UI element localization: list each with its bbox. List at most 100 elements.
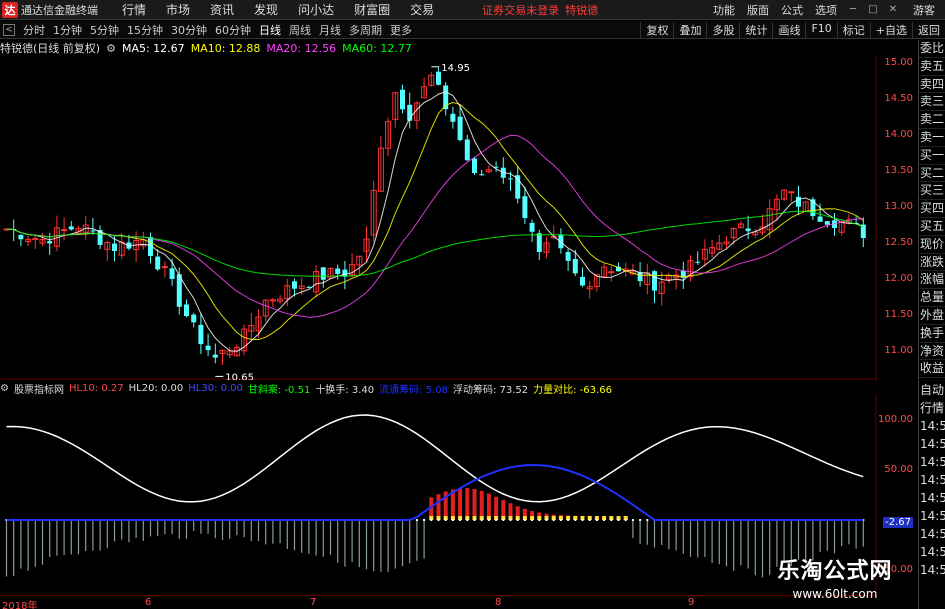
time-panel-item[interactable]: 14:50 xyxy=(919,507,945,525)
menu-quotes[interactable]: 行情 xyxy=(112,1,156,18)
chart-title: 特锐德(日线 前复权) xyxy=(0,42,101,55)
side-panel-item[interactable]: 买二 xyxy=(919,165,945,183)
side-panel-item[interactable]: 买四 xyxy=(919,200,945,218)
login-alert[interactable]: 证券交易未登录 xyxy=(482,2,559,18)
menu-discover[interactable]: 发现 xyxy=(244,1,288,18)
app-title: 通达信金融终端 xyxy=(21,3,98,17)
period-30min[interactable]: 30分钟 xyxy=(167,22,211,38)
menu-options[interactable]: 选项 xyxy=(809,2,843,18)
side-panel-item[interactable]: 委比 xyxy=(919,40,945,58)
period-monthly[interactable]: 月线 xyxy=(315,22,345,38)
period-15min[interactable]: 15分钟 xyxy=(123,22,167,38)
period-60min[interactable]: 60分钟 xyxy=(211,22,255,38)
menu-market[interactable]: 市场 xyxy=(156,1,200,18)
indicator-settings-icon[interactable]: ⚙ xyxy=(0,383,9,394)
period-more[interactable]: 更多 xyxy=(386,22,416,38)
indicator-dot xyxy=(545,519,548,521)
candle-body xyxy=(161,266,168,269)
app-logo-icon: 达 xyxy=(2,1,18,18)
side-panel-item[interactable]: 总量 xyxy=(919,289,945,307)
candle-body xyxy=(335,268,341,275)
candle-body xyxy=(68,226,74,230)
close-icon[interactable]: ✕ xyxy=(887,4,899,16)
indicator-dot xyxy=(610,519,613,521)
candle-body xyxy=(472,158,477,174)
white-oscillator-line xyxy=(6,414,864,503)
candle-body xyxy=(522,196,528,219)
high-label: 14.95 xyxy=(441,63,470,74)
indicator-dot xyxy=(423,519,426,521)
indicator-bar-positive xyxy=(472,489,477,520)
side-panel-item[interactable]: 涨跌 xyxy=(919,254,945,272)
menu-layout[interactable]: 版面 xyxy=(741,2,775,18)
menu-ask[interactable]: 问小达 xyxy=(288,1,344,18)
tool-stats[interactable]: 统计 xyxy=(739,21,772,38)
tool-back[interactable]: 返回 xyxy=(912,21,945,38)
quote-side-panel: 委比 卖五 卖四 卖三 卖二 卖一 买一 买二 买三 买四 买五 现价 涨跌 涨幅 总量 外盘 换手 净资 收益 xyxy=(918,40,945,380)
side-panel-item[interactable]: 换手 xyxy=(919,325,945,343)
side-panel-item[interactable]: 买五 xyxy=(919,218,945,236)
time-panel-item[interactable]: 14:50 xyxy=(919,471,945,489)
guest-label[interactable]: 游客 xyxy=(903,2,945,18)
time-panel-item[interactable]: 14:50 xyxy=(919,525,945,543)
indicator-dot xyxy=(567,519,570,521)
gan-value: 甘斜案: -0.51 xyxy=(247,384,311,396)
side-panel-item[interactable]: 收益 xyxy=(919,360,945,379)
side-panel-item[interactable]: 现价 xyxy=(919,236,945,254)
tool-overlay[interactable]: 叠加 xyxy=(673,21,706,38)
date-tick: 6 xyxy=(145,597,152,608)
price-axis: 15.00 14.50 14.00 13.50 13.00 12.50 12.00 11.50… xyxy=(877,40,917,380)
candle-body xyxy=(155,256,161,270)
candlestick-chart[interactable]: 14.95 10.65 xyxy=(0,56,877,380)
date-tick: 9 xyxy=(688,597,695,608)
tool-f10[interactable]: F10 xyxy=(805,21,836,38)
indicator-bars-group xyxy=(5,488,865,578)
indicator-dot xyxy=(552,519,555,521)
side-panel-item[interactable]: 买三 xyxy=(919,182,945,201)
time-panel-item[interactable]: 自动 xyxy=(919,381,945,399)
maximize-icon[interactable]: □ xyxy=(867,4,879,16)
period-timeshare[interactable]: 分时 xyxy=(19,22,49,38)
tool-draw[interactable]: 画线 xyxy=(772,21,805,38)
side-panel-item[interactable]: 净资 xyxy=(919,343,945,361)
side-panel-item[interactable]: 卖三 xyxy=(919,93,945,112)
menu-trade[interactable]: 交易 xyxy=(400,1,444,18)
collapse-icon[interactable]: < xyxy=(3,23,15,36)
tool-adjust[interactable]: 复权 xyxy=(640,21,673,38)
side-panel-item[interactable]: 卖一 xyxy=(919,129,945,147)
side-panel-item[interactable]: 卖二 xyxy=(919,111,945,129)
side-panel-item[interactable]: 外盘 xyxy=(919,307,945,325)
menu-formula[interactable]: 公式 xyxy=(775,2,809,18)
period-1min[interactable]: 1分钟 xyxy=(49,22,86,38)
settings-icon[interactable]: ⚙ xyxy=(106,42,116,55)
minimize-icon[interactable]: ─ xyxy=(847,4,859,16)
menu-wealth[interactable]: 财富圈 xyxy=(344,1,400,18)
price-tick: 14.50 xyxy=(884,93,913,105)
period-daily[interactable]: 日线 xyxy=(255,22,285,38)
menu-function[interactable]: 功能 xyxy=(707,2,741,18)
indicator-dot xyxy=(603,519,606,521)
side-panel-item[interactable]: 买一 xyxy=(919,147,945,165)
period-5min[interactable]: 5分钟 xyxy=(86,22,123,38)
candle-body xyxy=(184,304,189,317)
indicator-dot xyxy=(437,519,440,521)
side-panel-item[interactable]: 卖四 xyxy=(919,76,945,94)
candle-body xyxy=(205,345,211,351)
side-panel-item[interactable]: 卖五 xyxy=(919,58,945,76)
time-panel-item[interactable]: 14:50 xyxy=(919,489,945,507)
time-panel-item[interactable]: 14:50 xyxy=(919,417,945,435)
time-panel-item[interactable]: 14:50 xyxy=(919,435,945,453)
date-tick: 7 xyxy=(310,597,317,608)
period-weekly[interactable]: 周线 xyxy=(285,22,315,38)
tool-add-watchlist[interactable]: +自选 xyxy=(869,21,912,38)
price-tick: 12.00 xyxy=(884,273,913,285)
side-panel-item[interactable]: 涨幅 xyxy=(919,271,945,290)
period-multi[interactable]: 多周期 xyxy=(345,22,386,38)
tool-mark[interactable]: 标记 xyxy=(836,21,870,38)
ma-lines-group xyxy=(6,91,864,352)
time-panel-item[interactable]: 行情 xyxy=(919,399,945,417)
tool-multi-stock[interactable]: 多股 xyxy=(706,21,739,38)
price-tick: 11.00 xyxy=(884,345,913,357)
time-panel-item[interactable]: 14:50 xyxy=(919,453,945,471)
menu-news[interactable]: 资讯 xyxy=(200,1,244,18)
